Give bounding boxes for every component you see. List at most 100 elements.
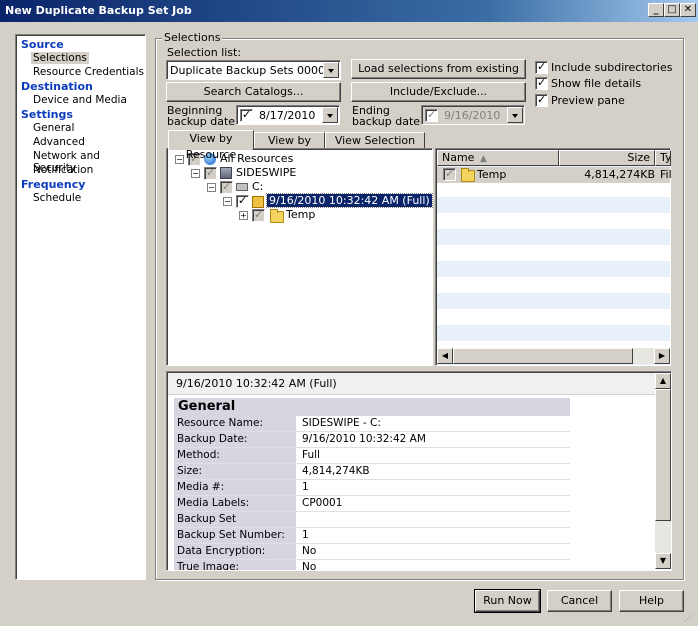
expand-icon[interactable]: + bbox=[239, 211, 248, 220]
nav-item-notification[interactable]: Notification bbox=[33, 164, 93, 176]
detail-key: Backup Set Number: bbox=[174, 528, 296, 543]
temp-row-checkbox[interactable] bbox=[443, 167, 456, 181]
selections-group-label: Selections bbox=[162, 31, 223, 44]
temp-folder-checkbox[interactable] bbox=[252, 208, 265, 222]
file-list[interactable]: Name ▲ Size Ty Temp 4,814,274KB Fil ◀ ▶ bbox=[435, 148, 672, 366]
tab-view-by-resource[interactable]: View by Resource bbox=[168, 130, 254, 161]
nav-item-advanced[interactable]: Advanced bbox=[33, 136, 85, 148]
close-button[interactable]: ✕ bbox=[680, 3, 696, 17]
scroll-up-icon[interactable]: ▲ bbox=[655, 373, 671, 389]
beginning-date-picker[interactable]: 8/17/2010 bbox=[236, 105, 340, 125]
list-item[interactable]: Temp 4,814,274KB Fil bbox=[437, 167, 672, 183]
minimize-button[interactable]: _ bbox=[648, 3, 664, 17]
detail-value: 9/16/2010 10:32:42 AM bbox=[302, 433, 426, 445]
ending-date-checkbox[interactable] bbox=[425, 108, 438, 122]
detail-key: Backup Date: bbox=[174, 432, 296, 447]
chevron-down-icon[interactable] bbox=[323, 62, 339, 78]
detail-value: No bbox=[302, 545, 317, 557]
nav-header-destination[interactable]: Destination bbox=[21, 80, 93, 93]
table-row: Size: 4,814,274KB bbox=[174, 464, 570, 480]
scrollbar-thumb[interactable] bbox=[655, 389, 671, 521]
table-row: Media Labels: CP0001 bbox=[174, 496, 570, 512]
include-subdirectories-label: Include subdirectories bbox=[551, 61, 673, 74]
preview-header: 9/16/2010 10:32:42 AM (Full) bbox=[176, 377, 337, 390]
cancel-button[interactable]: Cancel bbox=[547, 590, 612, 612]
run-now-button[interactable]: Run Now bbox=[474, 589, 541, 613]
preview-section-title: General bbox=[178, 399, 236, 414]
window-title: New Duplicate Backup Set Job bbox=[5, 4, 192, 17]
table-row: Resource Name: SIDESWIPE - C: bbox=[174, 416, 570, 432]
column-header-name[interactable]: Name ▲ bbox=[437, 150, 559, 166]
tree-node-drive[interactable]: C: bbox=[252, 180, 263, 193]
tree-node-server[interactable]: SIDESWIPE bbox=[236, 166, 296, 179]
column-header-type[interactable]: Ty bbox=[655, 150, 671, 166]
table-row: Method: Full bbox=[174, 448, 570, 464]
selection-list-label: Selection list: bbox=[167, 46, 242, 59]
preview-section-header: General bbox=[174, 398, 570, 416]
resource-tree[interactable]: − All Resources − SIDESWIPE − C: − 9/16/… bbox=[166, 148, 433, 366]
scrollbar-thumb[interactable] bbox=[453, 348, 633, 364]
drive-icon bbox=[236, 183, 248, 191]
table-row: Backup Set Description: bbox=[174, 512, 570, 540]
nav-item-selections[interactable]: Selections bbox=[31, 52, 89, 64]
table-row: Media #: 1 bbox=[174, 480, 570, 496]
file-size: 4,814,274KB bbox=[584, 168, 655, 181]
include-subdirectories-checkbox[interactable] bbox=[535, 60, 548, 74]
nav-item-resource-credentials[interactable]: Resource Credentials bbox=[33, 66, 144, 78]
sort-ascending-icon: ▲ bbox=[480, 154, 487, 164]
include-exclude-button[interactable]: Include/Exclude... bbox=[351, 82, 526, 102]
drive-checkbox[interactable] bbox=[220, 180, 233, 194]
column-header-size[interactable]: Size bbox=[559, 150, 655, 166]
nav-item-device-and-media[interactable]: Device and Media bbox=[33, 94, 127, 106]
detail-key: Method: bbox=[174, 448, 296, 463]
scroll-left-icon[interactable]: ◀ bbox=[437, 348, 453, 364]
preview-pane-checkbox[interactable] bbox=[535, 93, 548, 107]
column-name-label: Name bbox=[442, 151, 475, 164]
table-row: Data Encryption: No bbox=[174, 544, 570, 560]
horizontal-scrollbar[interactable]: ◀ ▶ bbox=[437, 348, 670, 364]
detail-value: 4,814,274KB bbox=[302, 465, 370, 477]
detail-key: True Image: bbox=[174, 560, 296, 570]
collapse-icon[interactable]: − bbox=[207, 183, 216, 192]
preview-details-table: Resource Name: SIDESWIPE - C: Backup Date… bbox=[174, 416, 570, 570]
collapse-icon[interactable]: − bbox=[223, 197, 232, 206]
detail-key: Media Labels: bbox=[174, 496, 296, 511]
collapse-icon[interactable]: − bbox=[175, 155, 184, 164]
help-button[interactable]: Help bbox=[619, 590, 684, 612]
table-row: Backup Set Number: 1 bbox=[174, 528, 570, 544]
beginning-date-checkbox[interactable] bbox=[240, 108, 253, 122]
resize-grip-icon[interactable]: ⋰ bbox=[684, 614, 696, 624]
ending-date-picker[interactable]: 9/16/2010 bbox=[421, 105, 525, 125]
nav-item-general[interactable]: General bbox=[33, 122, 74, 134]
maximize-button[interactable]: □ bbox=[664, 3, 680, 17]
scroll-right-icon[interactable]: ▶ bbox=[654, 348, 670, 364]
show-file-details-label: Show file details bbox=[551, 77, 642, 90]
collapse-icon[interactable]: − bbox=[191, 169, 200, 178]
load-selections-button[interactable]: Load selections from existing list... bbox=[351, 59, 526, 93]
detail-key: Backup Set Description: bbox=[174, 512, 296, 540]
server-checkbox[interactable] bbox=[204, 166, 217, 180]
backup-set-icon bbox=[252, 196, 264, 208]
selection-list-combo[interactable]: Duplicate Backup Sets 00001 bbox=[166, 60, 341, 80]
folder-icon bbox=[270, 209, 284, 223]
vertical-scrollbar[interactable]: ▲ ▼ bbox=[655, 373, 671, 569]
nav-header-source[interactable]: Source bbox=[21, 38, 64, 51]
nav-item-schedule[interactable]: Schedule bbox=[33, 192, 81, 204]
scroll-down-icon[interactable]: ▼ bbox=[655, 553, 671, 569]
chevron-down-icon[interactable] bbox=[507, 107, 523, 123]
file-name: Temp bbox=[477, 168, 507, 181]
tree-node-backup-set[interactable]: 9/16/2010 10:32:42 AM (Full) bbox=[266, 193, 433, 208]
search-catalogs-button[interactable]: Search Catalogs... bbox=[166, 82, 341, 102]
show-file-details-checkbox[interactable] bbox=[535, 76, 548, 90]
nav-header-frequency[interactable]: Frequency bbox=[21, 178, 85, 191]
navigation-pane: Source Selections Resource Credentials D… bbox=[15, 34, 146, 580]
backup-set-checkbox[interactable] bbox=[236, 194, 249, 208]
beginning-date-label-line2: backup date: bbox=[167, 115, 239, 128]
detail-key: Data Encryption: bbox=[174, 544, 296, 559]
nav-header-settings[interactable]: Settings bbox=[21, 108, 73, 121]
title-bar: New Duplicate Backup Set Job _ □ ✕ bbox=[0, 0, 698, 22]
detail-value: CP0001 bbox=[302, 497, 343, 509]
tree-node-temp[interactable]: Temp bbox=[286, 208, 315, 221]
chevron-down-icon[interactable] bbox=[322, 107, 338, 123]
detail-key: Resource Name: bbox=[174, 416, 296, 431]
